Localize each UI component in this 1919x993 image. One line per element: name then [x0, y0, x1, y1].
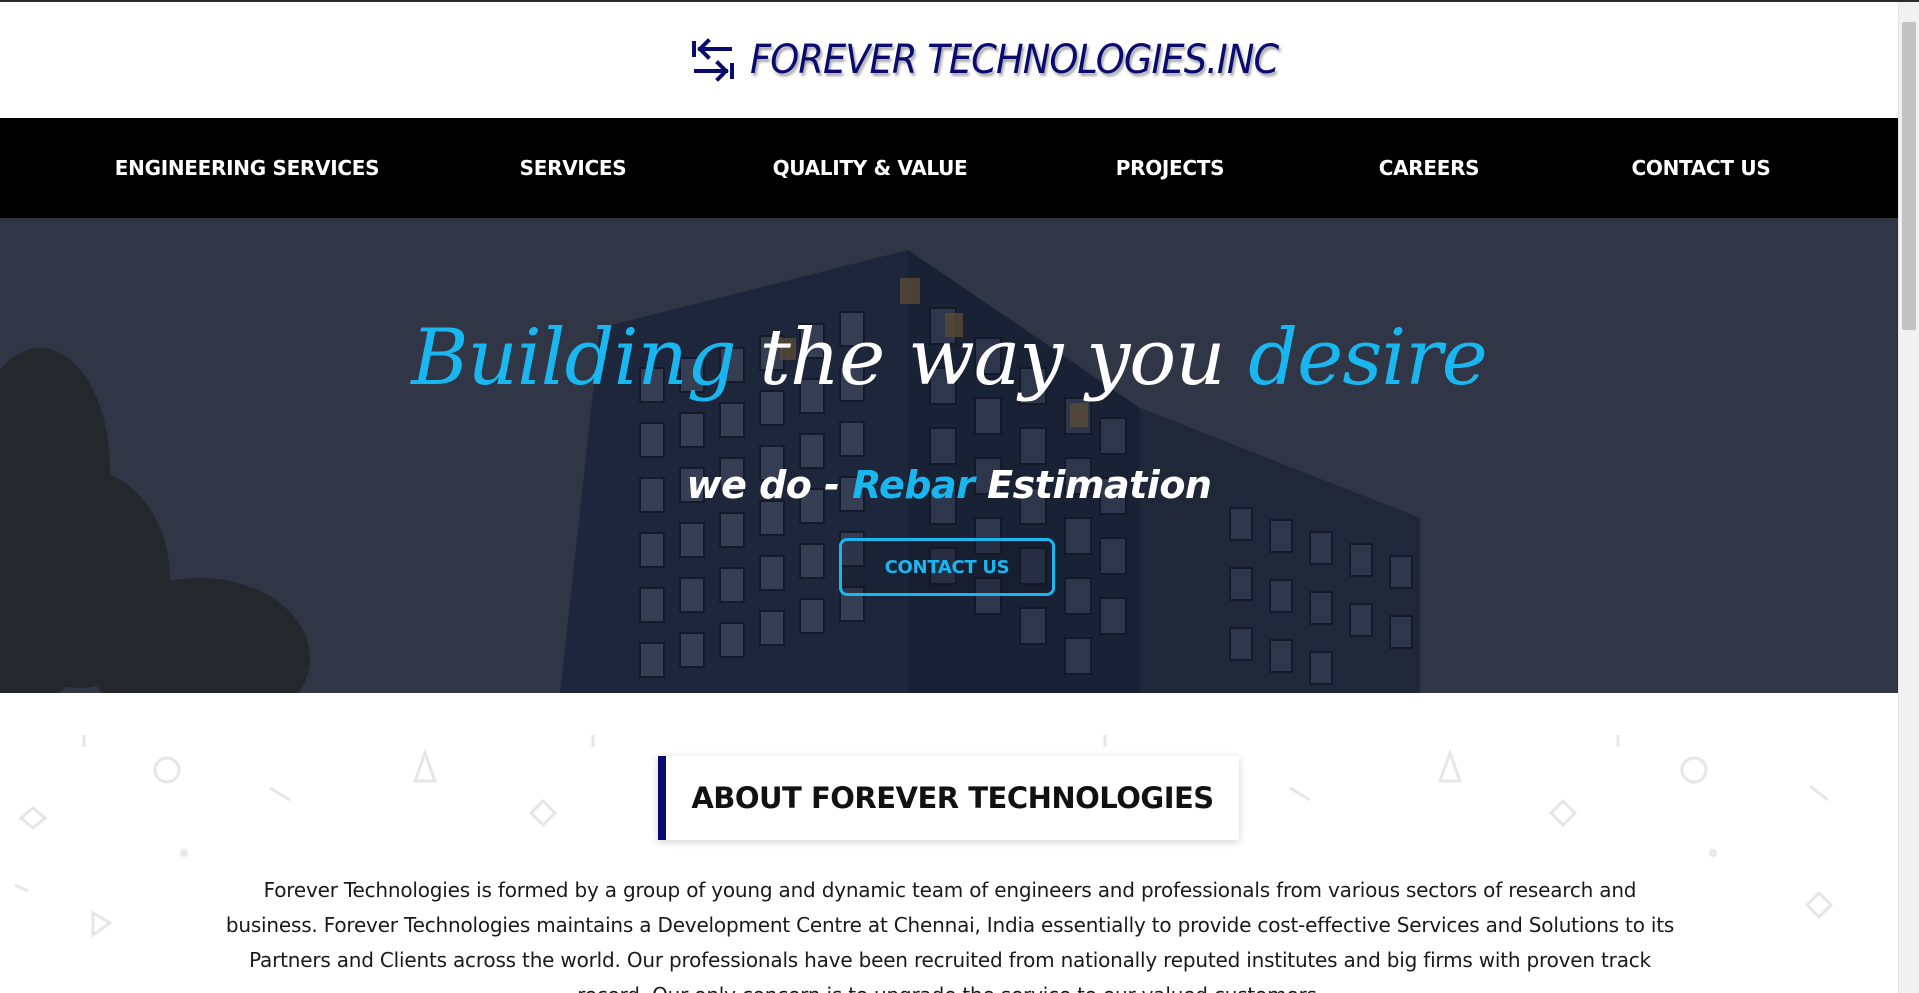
about-line: Partners and Clients across the world. O… [249, 948, 1651, 972]
hero-subtitle-rebar: Rebar [852, 463, 975, 507]
about-line: record. Our only concern is to upgrade t… [200, 978, 1700, 993]
main-nav: ENGINEERING SERVICES SERVICES QUALITY & … [0, 118, 1898, 218]
hero-subtitle-prefix: we do - [686, 463, 853, 507]
hero-subtitle-suffix: Estimation [974, 463, 1212, 507]
brand-name: FOREVER TECHNOLOGIES.INC [750, 37, 1279, 83]
arrows-exchange-icon [692, 38, 734, 82]
about-paragraph: Forever Technologies is formed by a grou… [200, 873, 1700, 993]
page-scrollbar[interactable] [1898, 2, 1919, 993]
about-heading: ABOUT FOREVER TECHNOLOGIES [658, 756, 1239, 840]
hero-title-middle: the way you [735, 313, 1249, 403]
nav-item-projects[interactable]: PROJECTS [1116, 118, 1225, 218]
nav-item-careers[interactable]: CAREERS [1379, 118, 1480, 218]
brand-logo[interactable]: FOREVER TECHNOLOGIES.INC [690, 32, 1324, 88]
about-section: ABOUT FOREVER TECHNOLOGIES Forever Techn… [0, 693, 1898, 993]
hero-title: Building the way you desire [0, 313, 1898, 403]
nav-item-quality-value[interactable]: QUALITY & VALUE [773, 118, 968, 218]
hero-building-image [0, 218, 1898, 693]
scrollbar-thumb[interactable] [1902, 22, 1916, 330]
about-line: Forever Technologies is formed by a grou… [263, 878, 1637, 902]
hero-subtitle: we do - Rebar Estimation [0, 463, 1898, 507]
hero-contact-us-button[interactable]: CONTACT US [839, 538, 1055, 596]
hero-title-desire: desire [1248, 313, 1488, 403]
hero-banner: Building the way you desire we do - Reba… [0, 218, 1898, 693]
nav-item-contact-us[interactable]: CONTACT US [1632, 118, 1771, 218]
hero-title-building: Building [411, 313, 736, 403]
nav-item-engineering-services[interactable]: ENGINEERING SERVICES [115, 118, 380, 218]
nav-item-services[interactable]: SERVICES [520, 118, 627, 218]
site-header: FOREVER TECHNOLOGIES.INC [0, 2, 1898, 118]
about-line: business. Forever Technologies maintains… [225, 913, 1675, 937]
